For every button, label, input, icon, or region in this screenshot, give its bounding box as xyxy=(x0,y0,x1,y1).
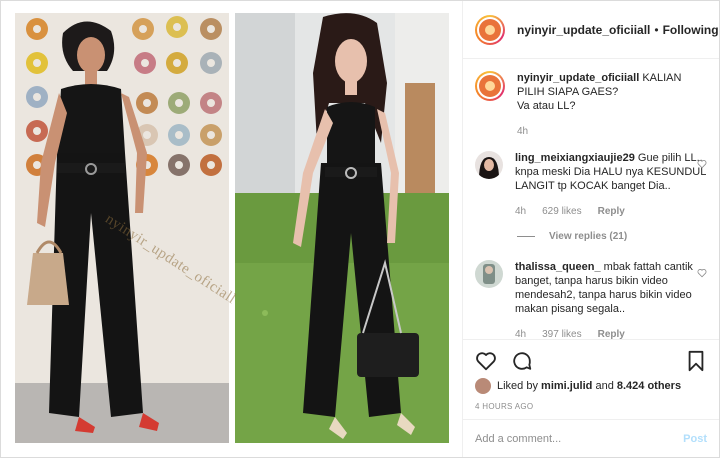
commenter-avatar[interactable] xyxy=(475,260,503,288)
caption: nyinyir_update_oficiiall KALIAN PILIH SI… xyxy=(475,71,707,139)
view-replies-label: View replies (21) xyxy=(549,231,628,242)
caption-text-line2: Va atau LL? xyxy=(517,100,576,112)
comment-icon[interactable] xyxy=(511,350,533,372)
comment-body: thalissa_queen_ mbak fattah cantik bange… xyxy=(515,260,707,339)
following-button[interactable]: Following xyxy=(663,23,719,37)
comment-input[interactable] xyxy=(475,432,684,445)
comment-username[interactable]: thalissa_queen_ xyxy=(515,261,601,273)
caption-time[interactable]: 4h xyxy=(517,125,528,139)
reply-button[interactable]: Reply xyxy=(598,205,625,219)
post-header: nyinyir_update_oficiiall • Following xyxy=(463,1,719,59)
comment-item: ling_meixiangxiaujie29 Gue pilih LL.. kn… xyxy=(475,151,707,219)
post-button[interactable]: Post xyxy=(683,433,707,445)
header-separator: • xyxy=(654,22,659,37)
comment-like-icon[interactable] xyxy=(697,268,707,278)
caption-avatar[interactable] xyxy=(475,71,505,101)
comment-time[interactable]: 4h xyxy=(515,328,526,339)
caption-username[interactable]: nyinyir_update_oficiiall xyxy=(517,72,639,84)
view-replies-line xyxy=(517,236,535,237)
photo-right-image xyxy=(235,13,449,443)
comments-section[interactable]: nyinyir_update_oficiiall KALIAN PILIH SI… xyxy=(463,59,719,339)
add-comment-bar: Post xyxy=(463,419,719,457)
comment-time[interactable]: 4h xyxy=(515,205,526,219)
liker-username[interactable]: mimi.julid xyxy=(541,380,592,392)
likes-connector: and xyxy=(595,380,614,392)
likes-summary: Liked by mimi.julid and 8.424 others xyxy=(475,378,707,394)
reply-button[interactable]: Reply xyxy=(598,328,625,339)
action-icons xyxy=(475,346,707,376)
comment-like-icon[interactable] xyxy=(697,159,707,169)
caption-meta: 4h xyxy=(517,125,707,139)
likes-prefix: Liked by xyxy=(497,380,538,392)
heart-icon[interactable] xyxy=(475,350,497,372)
author-avatar[interactable] xyxy=(475,14,505,45)
likes-count[interactable]: 8.424 others xyxy=(617,380,681,392)
photo-right xyxy=(235,13,449,443)
commenter-avatar[interactable] xyxy=(475,151,503,179)
comment-item: thalissa_queen_ mbak fattah cantik bange… xyxy=(475,260,707,339)
bookmark-icon[interactable] xyxy=(685,350,707,372)
comment-likes[interactable]: 629 likes xyxy=(542,205,581,219)
instagram-post: nyinyir_update_oficiall nyinyir_update_o… xyxy=(0,0,720,458)
post-actions: Liked by mimi.julid and 8.424 others 4 H… xyxy=(463,339,719,419)
comment-meta: 4h 629 likes Reply xyxy=(515,205,707,219)
liker-avatar[interactable] xyxy=(475,378,491,394)
post-timestamp[interactable]: 4 HOURS AGO xyxy=(475,402,707,411)
comment-likes[interactable]: 397 likes xyxy=(542,328,581,339)
comment-body: ling_meixiangxiaujie29 Gue pilih LL.. kn… xyxy=(515,151,707,219)
post-media[interactable]: nyinyir_update_oficiall xyxy=(1,1,462,457)
post-sidebar: nyinyir_update_oficiiall • Following nyi… xyxy=(462,1,719,457)
author-username[interactable]: nyinyir_update_oficiiall xyxy=(517,23,650,37)
comment-meta: 4h 397 likes Reply xyxy=(515,328,707,339)
caption-body: nyinyir_update_oficiiall KALIAN PILIH SI… xyxy=(517,71,707,139)
comment-username[interactable]: ling_meixiangxiaujie29 xyxy=(515,152,635,164)
view-replies-button[interactable]: View replies (21) xyxy=(517,231,707,242)
